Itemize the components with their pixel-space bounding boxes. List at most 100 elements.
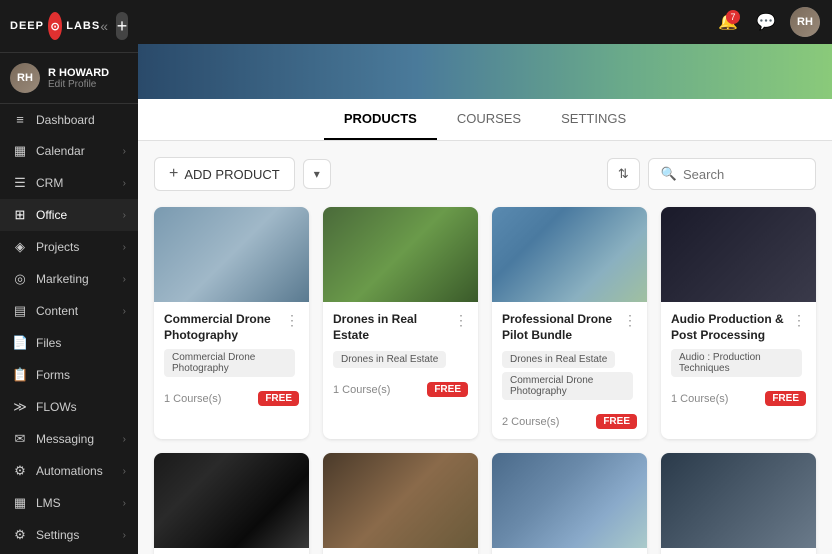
chevron-right-icon: › — [123, 210, 126, 221]
main-content: 🔔 7 💬 RH PRODUCTSCOURSESSETTINGS + ADD P… — [138, 0, 832, 554]
toolbar: + ADD PRODUCT ▾ ⇅ 🔍 — [154, 157, 816, 191]
user-info: R HOWARD Edit Profile — [48, 67, 109, 90]
courses-count: 1 Course(s) — [164, 393, 221, 405]
product-image — [323, 207, 478, 302]
sidebar-item-dashboard[interactable]: ≡ Dashboard — [0, 104, 138, 135]
logo-suffix: LABS — [66, 20, 100, 32]
sidebar-item-marketing[interactable]: ◎ Marketing › — [0, 263, 138, 295]
tab-bar: PRODUCTSCOURSESSETTINGS — [138, 99, 832, 141]
user-avatar-top[interactable]: RH — [790, 7, 820, 37]
nav-list: ≡ Dashboard ▦ Calendar › ☰ CRM › ⊞ Offic… — [0, 104, 138, 554]
sidebar-item-messaging[interactable]: ✉ Messaging › — [0, 423, 138, 455]
product-body: Landscape Photography: Basics ⋮ Photogra… — [492, 548, 647, 554]
product-header: Audio Production & Post Processing ⋮ — [671, 312, 806, 343]
tabs-container: PRODUCTSCOURSESSETTINGS — [324, 99, 646, 140]
sidebar-item-label-projects: Projects — [36, 240, 123, 254]
sidebar-item-calendar[interactable]: ▦ Calendar › — [0, 135, 138, 167]
sidebar-item-crm[interactable]: ☰ CRM › — [0, 167, 138, 199]
chevron-right-icon: › — [123, 274, 126, 285]
sidebar-item-label-automations: Automations — [36, 464, 123, 478]
sidebar-item-lms[interactable]: ▦ LMS › — [0, 487, 138, 519]
sort-button[interactable]: ⇅ — [607, 158, 640, 190]
content-icon: ▤ — [12, 303, 28, 319]
settings-icon: ⚙ — [12, 527, 28, 543]
add-product-button[interactable]: + ADD PRODUCT — [154, 157, 295, 191]
content-area: + ADD PRODUCT ▾ ⇅ 🔍 Commercial Drone Pho… — [138, 141, 832, 554]
product-body: The Practicing Photographer ⋮ Photograph… — [323, 548, 478, 554]
sidebar-item-projects[interactable]: ◈ Projects › — [0, 231, 138, 263]
product-footer: 1 Course(s) FREE — [671, 391, 806, 406]
plus-icon: + — [169, 165, 178, 183]
product-body: Professional Drone Pilot Bundle ⋮ Drones… — [492, 302, 647, 439]
messaging-icon: ✉ — [12, 431, 28, 447]
tab-courses[interactable]: COURSES — [437, 99, 541, 140]
product-image — [661, 453, 816, 548]
sidebar-item-office[interactable]: ⊞ Office › — [0, 199, 138, 231]
product-card: Landscape Photography: Basics ⋮ Photogra… — [492, 453, 647, 554]
calendar-icon: ▦ — [12, 143, 28, 159]
sidebar-collapse-button[interactable]: « — [100, 18, 108, 34]
sidebar-item-label-office: Office — [36, 208, 123, 222]
sidebar-item-settings[interactable]: ⚙ Settings › — [0, 519, 138, 551]
sidebar-item-content[interactable]: ▤ Content › — [0, 295, 138, 327]
product-body: Commercial Drone Photography ⋮ Commercia… — [154, 302, 309, 416]
sidebar-item-files[interactable]: 📄 Files — [0, 327, 138, 359]
product-card: The Practicing Photographer ⋮ Photograph… — [323, 453, 478, 554]
courses-count: 1 Course(s) — [333, 384, 390, 396]
sidebar: DEEP ⊙ LABS « + RH R HOWARD Edit Profile… — [0, 0, 138, 554]
chat-icon: 💬 — [756, 12, 776, 32]
product-tags: Audio : Production Techniques — [671, 349, 806, 381]
free-badge: FREE — [258, 391, 299, 406]
search-input[interactable] — [683, 167, 803, 182]
product-image — [492, 453, 647, 548]
product-tag: Drones in Real Estate — [502, 351, 615, 368]
chevron-right-icon: › — [123, 498, 126, 509]
sidebar-item-automations[interactable]: ⚙ Automations › — [0, 455, 138, 487]
product-body: Cinematography Bundle ⋮ Cinematography B… — [154, 548, 309, 554]
edit-profile-link[interactable]: Edit Profile — [48, 79, 109, 90]
dashboard-icon: ≡ — [12, 112, 28, 127]
chevron-right-icon: › — [123, 306, 126, 317]
add-product-label: ADD PRODUCT — [184, 167, 279, 182]
sidebar-item-label-crm: CRM — [36, 176, 123, 190]
banner — [138, 44, 832, 99]
add-product-dropdown[interactable]: ▾ — [303, 159, 331, 189]
product-card: Drones in Real Estate ⋮ Drones in Real E… — [323, 207, 478, 439]
product-body: Drones in Real Estate ⋮ Drones in Real E… — [323, 302, 478, 407]
notification-badge: 7 — [726, 10, 740, 24]
tab-settings[interactable]: SETTINGS — [541, 99, 646, 140]
product-tags: Drones in Real EstateCommercial Drone Ph… — [502, 349, 637, 404]
files-icon: 📄 — [12, 335, 28, 351]
lms-icon: ▦ — [12, 495, 28, 511]
product-menu-button[interactable]: ⋮ — [792, 312, 806, 329]
sidebar-item-label-flows: FLOWs — [36, 400, 126, 414]
sidebar-item-label-dashboard: Dashboard — [36, 113, 126, 127]
product-title: Professional Drone Pilot Bundle — [502, 312, 619, 343]
product-body: Photography: Beginner Series ⋮ Photograp… — [661, 548, 816, 554]
product-title: Audio Production & Post Processing — [671, 312, 788, 343]
sidebar-add-button[interactable]: + — [116, 12, 128, 40]
product-image — [323, 453, 478, 548]
product-tag: Drones in Real Estate — [333, 351, 446, 368]
product-header: Commercial Drone Photography ⋮ — [164, 312, 299, 343]
chevron-right-icon: › — [123, 178, 126, 189]
chevron-right-icon: › — [123, 242, 126, 253]
user-profile: RH R HOWARD Edit Profile — [0, 53, 138, 104]
chevron-right-icon: › — [123, 434, 126, 445]
products-grid: Commercial Drone Photography ⋮ Commercia… — [154, 207, 816, 554]
notification-button[interactable]: 🔔 7 — [714, 8, 742, 36]
product-menu-button[interactable]: ⋮ — [623, 312, 637, 329]
avatar: RH — [10, 63, 40, 93]
sidebar-item-forms[interactable]: 📋 Forms — [0, 359, 138, 391]
sidebar-item-label-settings: Settings — [36, 528, 123, 542]
tab-products[interactable]: PRODUCTS — [324, 99, 437, 140]
product-card: Photography: Beginner Series ⋮ Photograp… — [661, 453, 816, 554]
free-badge: FREE — [427, 382, 468, 397]
product-menu-button[interactable]: ⋮ — [454, 312, 468, 329]
product-title: Commercial Drone Photography — [164, 312, 281, 343]
messages-button[interactable]: 💬 — [752, 8, 780, 36]
product-menu-button[interactable]: ⋮ — [285, 312, 299, 329]
product-image — [154, 453, 309, 548]
sidebar-item-flows[interactable]: ≫ FLOWs — [0, 391, 138, 423]
product-header: Drones in Real Estate ⋮ — [333, 312, 468, 343]
